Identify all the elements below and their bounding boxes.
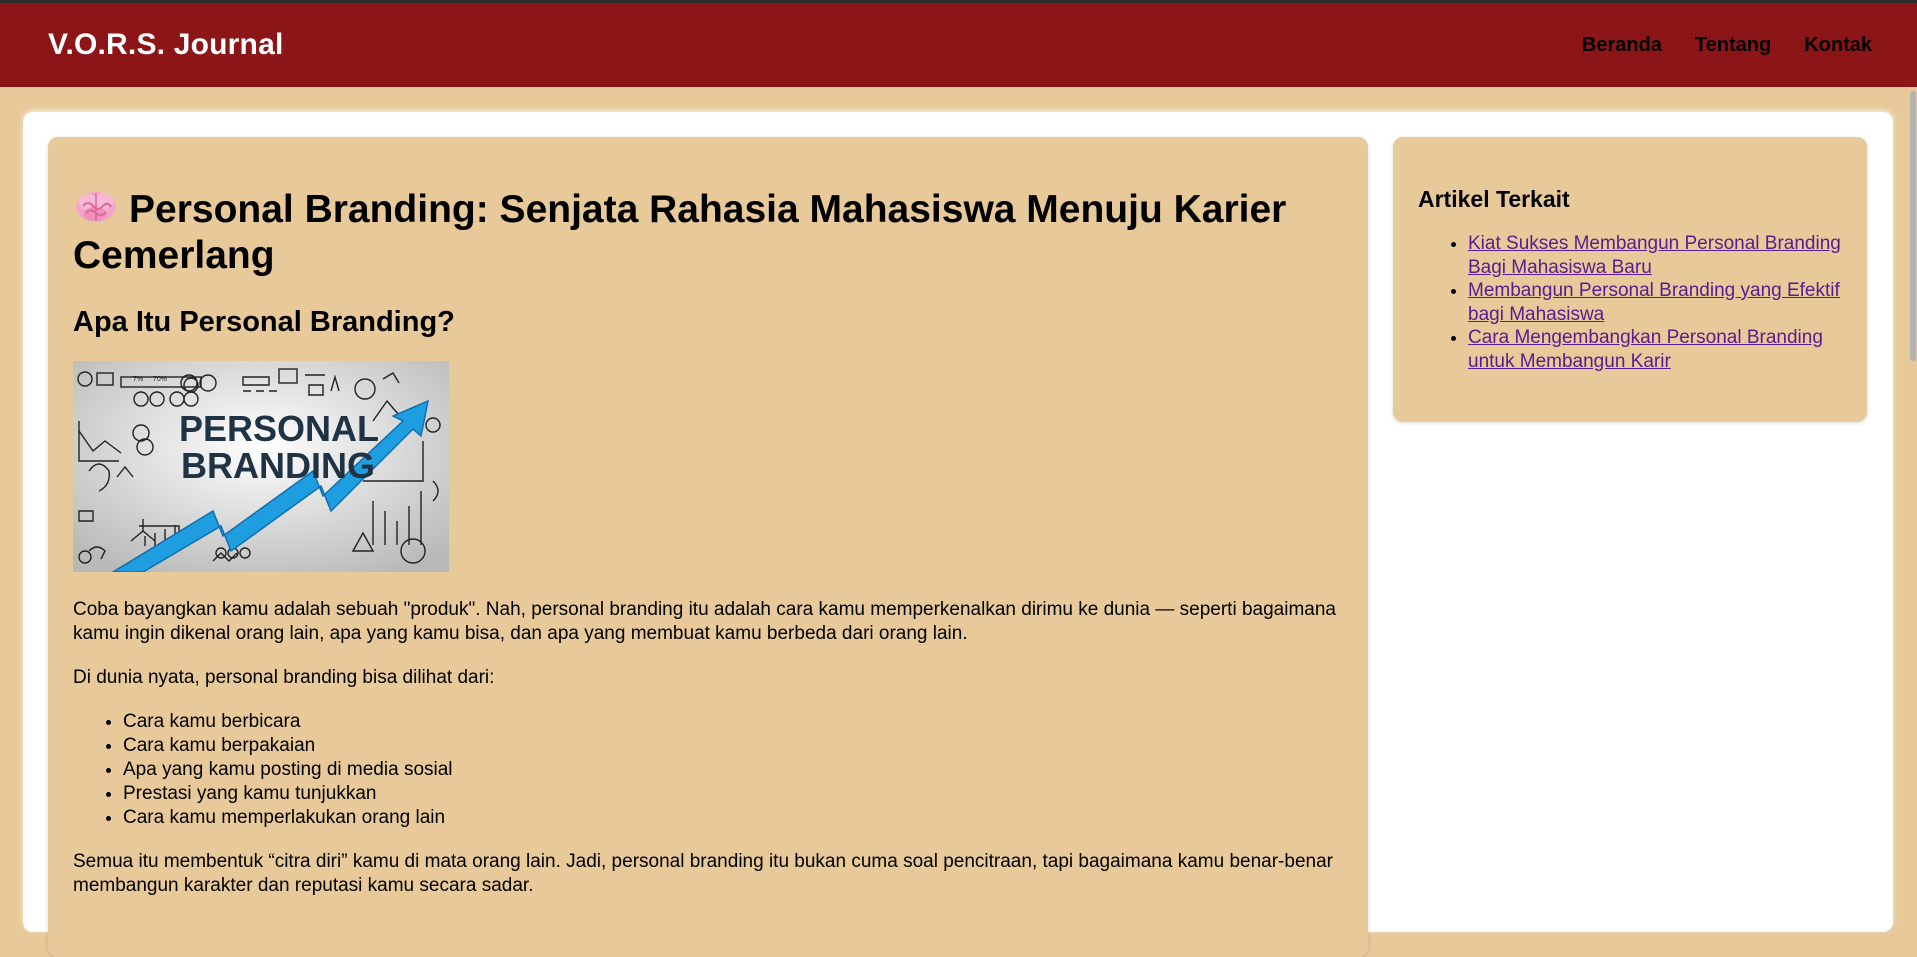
related-article-link[interactable]: Kiat Sukses Membangun Personal Branding … xyxy=(1468,233,1841,278)
related-article-item: Membangun Personal Branding yang Efektif… xyxy=(1468,279,1842,326)
list-item: Cara kamu berbicara xyxy=(123,710,1343,734)
related-article-link[interactable]: Membangun Personal Branding yang Efektif… xyxy=(1468,280,1840,325)
related-article-item: Kiat Sukses Membangun Personal Branding … xyxy=(1468,232,1842,279)
svg-text:7%: 7% xyxy=(133,376,143,383)
nav-link-kontak[interactable]: Kontak xyxy=(1804,34,1872,57)
list-item: Cara kamu memperlakukan orang lain xyxy=(123,806,1343,830)
related-article-link[interactable]: Cara Mengembangkan Personal Branding unt… xyxy=(1468,327,1823,372)
personal-branding-image: 7% 70% PERSONAL BRANDING xyxy=(73,361,449,572)
nav-link-tentang[interactable]: Tentang xyxy=(1695,34,1771,57)
nav-link-beranda[interactable]: Beranda xyxy=(1582,34,1662,57)
paragraph-list-intro: Di dunia nyata, personal branding bisa d… xyxy=(73,667,495,688)
image-text-branding: BRANDING xyxy=(181,445,375,486)
scrollbar-thumb[interactable] xyxy=(1910,91,1916,361)
related-article-item: Cara Mengembangkan Personal Branding unt… xyxy=(1468,326,1842,373)
main-nav: Beranda Tentang Kontak xyxy=(1582,34,1872,57)
list-item: Prestasi yang kamu tunjukkan xyxy=(123,782,1343,806)
page-scrollbar[interactable] xyxy=(1909,87,1917,908)
svg-text:70%: 70% xyxy=(153,376,167,383)
article-title-text: Personal Branding: Senjata Rahasia Mahas… xyxy=(73,188,1287,277)
image-text-personal: PERSONAL xyxy=(179,408,379,449)
article-title: Personal Branding: Senjata Rahasia Mahas… xyxy=(73,187,1343,279)
brain-icon xyxy=(76,192,116,222)
article-subtitle: Apa Itu Personal Branding? xyxy=(73,306,455,338)
related-articles-list: Kiat Sukses Membangun Personal Branding … xyxy=(1418,232,1842,373)
list-item: Apa yang kamu posting di media sosial xyxy=(123,758,1343,782)
list-item: Cara kamu berpakaian xyxy=(123,734,1343,758)
related-articles-sidebar: Artikel Terkait Kiat Sukses Membangun Pe… xyxy=(1393,137,1867,422)
sidebar-heading: Artikel Terkait xyxy=(1418,186,1570,212)
branding-aspects-list: Cara kamu berbicara Cara kamu berpakaian… xyxy=(73,710,1343,830)
content-container: Personal Branding: Senjata Rahasia Mahas… xyxy=(23,112,1893,957)
paragraph-conclusion: Semua itu membentuk “citra diri” kamu di… xyxy=(73,851,1333,896)
site-logo[interactable]: V.O.R.S. Journal xyxy=(48,28,284,62)
site-header: V.O.R.S. Journal Beranda Tentang Kontak xyxy=(0,3,1917,87)
paragraph-intro: Coba bayangkan kamu adalah sebuah "produ… xyxy=(73,599,1336,644)
article-card: Personal Branding: Senjata Rahasia Mahas… xyxy=(48,137,1368,957)
